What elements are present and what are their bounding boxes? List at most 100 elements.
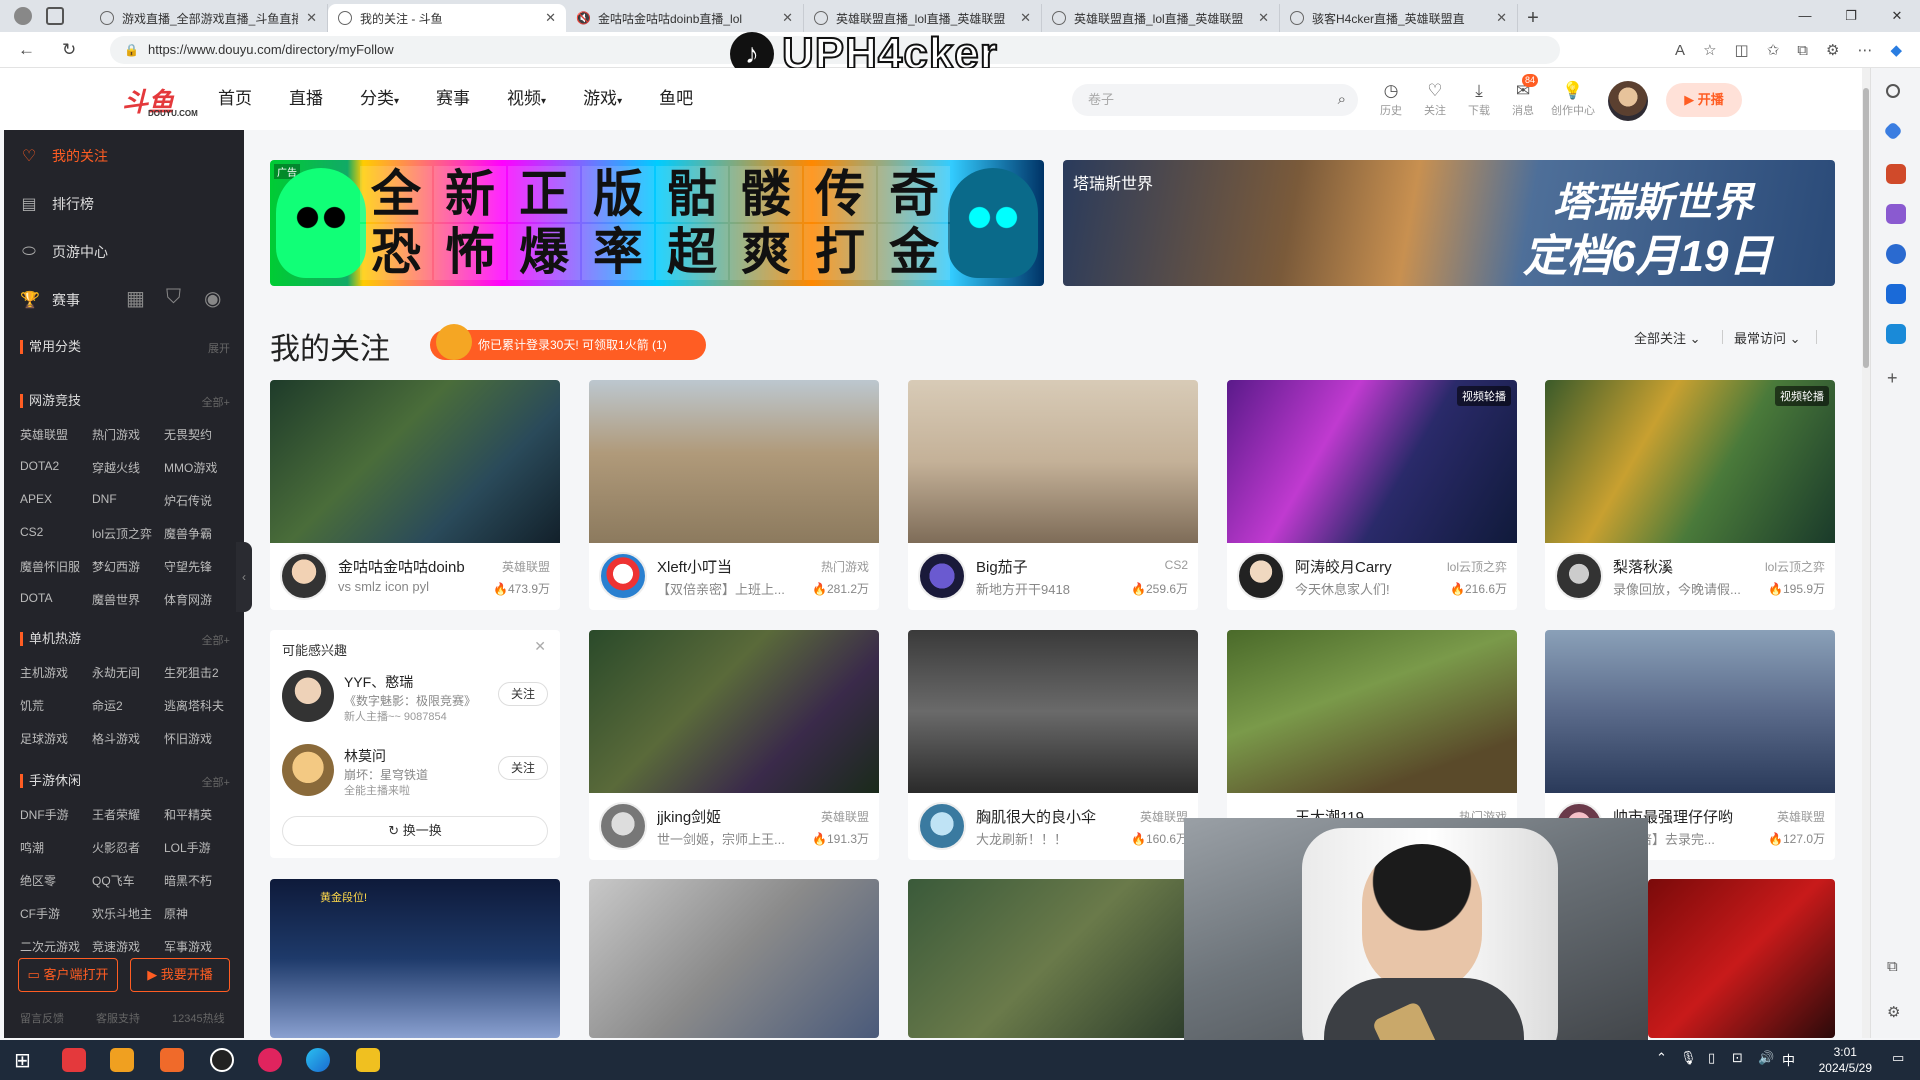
- search-icon[interactable]: ⌕: [1338, 84, 1346, 116]
- sidebar-item-webgame[interactable]: ⬭ 页游中心: [20, 242, 108, 262]
- start-live-button[interactable]: ▶ 开播: [1666, 83, 1742, 117]
- sidebar-item-events[interactable]: 🏆 赛事: [20, 290, 80, 310]
- category-link[interactable]: 怀旧游戏: [164, 730, 236, 747]
- follow-button[interactable]: 关注: [498, 682, 548, 706]
- category-link[interactable]: 军事游戏: [164, 938, 236, 955]
- back-arrow-icon[interactable]: ←: [18, 40, 35, 60]
- category-link[interactable]: 格斗游戏: [92, 730, 164, 747]
- stream-card[interactable]: jjking剑姬 英雄联盟 世一剑姬，宗师上王... 🔥191.3万: [589, 630, 879, 860]
- category-link[interactable]: 和平精英: [164, 806, 236, 823]
- douyu-app-icon[interactable]: [62, 1048, 86, 1072]
- sidebar-item-following[interactable]: ♡ 我的关注: [20, 146, 108, 166]
- stream-card[interactable]: Xleft小叮当 热门游戏 【双倍亲密】上班上... 🔥281.2万: [589, 380, 879, 610]
- restore-icon[interactable]: ❐: [1828, 0, 1874, 32]
- windows-start-icon[interactable]: ⊞: [14, 1048, 31, 1073]
- feedback-link[interactable]: 留言反馈: [20, 1010, 64, 1026]
- browser-tab-1[interactable]: 游戏直播_全部游戏直播_斗鱼直播 ✕: [90, 4, 328, 32]
- stream-card[interactable]: 金咕咕金咕咕doinb 英雄联盟 vs smlz icon pyl 🔥473.9…: [270, 380, 560, 610]
- profile-icon[interactable]: [14, 7, 32, 25]
- stream-card[interactable]: [589, 879, 879, 1038]
- category-link[interactable]: 逃离塔科夫: [164, 697, 236, 714]
- send-icon[interactable]: [1886, 324, 1906, 344]
- ime-indicator[interactable]: 中: [1782, 1050, 1795, 1069]
- minimize-icon[interactable]: —: [1782, 0, 1828, 32]
- search-input[interactable]: 卷子 ⌕: [1072, 84, 1358, 116]
- category-link[interactable]: CS2: [20, 525, 92, 542]
- follow-button[interactable]: 关注: [498, 756, 548, 780]
- recommend-item[interactable]: 林莫问 崩坏：星穹铁道 全能主播来啦 关注: [282, 744, 548, 802]
- refresh-button[interactable]: ↻ 换一换: [282, 816, 548, 846]
- category-link[interactable]: 炉石传说: [164, 492, 236, 509]
- close-icon[interactable]: ✕: [1496, 10, 1507, 26]
- category-link[interactable]: 火影忍者: [92, 839, 164, 856]
- sidebar-item-ranking[interactable]: ▤ 排行榜: [20, 194, 94, 214]
- category-link[interactable]: 魔兽怀旧服: [20, 558, 92, 575]
- nav-live[interactable]: 直播: [289, 68, 323, 130]
- sidebar-collapse-button[interactable]: ‹: [236, 542, 252, 612]
- nav-home[interactable]: 首页: [218, 68, 252, 130]
- stream-card[interactable]: 视频轮播 阿涛皎月Carry lol云顶之弈 今天休息家人们! 🔥216.6万: [1227, 380, 1517, 610]
- category-link[interactable]: 王者荣耀: [92, 806, 164, 823]
- close-icon[interactable]: ✕: [1258, 10, 1269, 26]
- app-icon[interactable]: [258, 1048, 282, 1072]
- category-link[interactable]: LOL手游: [164, 839, 236, 856]
- extensions-icon[interactable]: ⚙: [1826, 41, 1839, 59]
- toolbox-icon[interactable]: [1886, 164, 1906, 184]
- nav-games[interactable]: 游戏▾: [583, 68, 622, 130]
- category-link[interactable]: DOTA2: [20, 459, 92, 476]
- category-link[interactable]: 暗黑不朽: [164, 872, 236, 889]
- category-link[interactable]: 热门游戏: [92, 426, 164, 443]
- expand-common-link[interactable]: 展开: [208, 340, 230, 356]
- games-icon[interactable]: [1886, 204, 1906, 224]
- screenshot-icon[interactable]: ⧉: [1887, 958, 1898, 975]
- category-link[interactable]: 穿越火线: [92, 459, 164, 476]
- copilot-icon[interactable]: ◆: [1890, 41, 1902, 59]
- nav-events[interactable]: 赛事: [436, 68, 470, 130]
- lpl-logo-icon[interactable]: ▦: [126, 286, 145, 311]
- category-link[interactable]: 主机游戏: [20, 664, 92, 681]
- chevron-up-icon[interactable]: ⌃: [1656, 1050, 1667, 1066]
- browser-tab-6[interactable]: 骇客H4cker直播_英雄联盟直 ✕: [1280, 4, 1518, 32]
- category-link[interactable]: 足球游戏: [20, 730, 92, 747]
- category-link[interactable]: 命运2: [92, 697, 164, 714]
- office-icon[interactable]: [1886, 244, 1906, 264]
- nav-video[interactable]: 视频▾: [507, 68, 546, 130]
- stream-card[interactable]: 黄金段位!: [270, 879, 560, 1038]
- split-screen-icon[interactable]: ◫: [1735, 41, 1749, 59]
- close-icon[interactable]: ✕: [1020, 10, 1031, 26]
- obs-icon[interactable]: [210, 1048, 234, 1072]
- open-client-button[interactable]: ▭ 客户端打开: [18, 958, 118, 992]
- close-icon[interactable]: ✕: [782, 10, 793, 26]
- browser-tab-2[interactable]: 我的关注 - 斗鱼 ✕: [328, 4, 566, 32]
- category-link[interactable]: DNF手游: [20, 806, 92, 823]
- favorites-icon[interactable]: ✩: [1767, 41, 1780, 59]
- close-icon[interactable]: ✕: [306, 10, 317, 26]
- category-link[interactable]: CF手游: [20, 905, 92, 922]
- tag-icon[interactable]: [1883, 121, 1903, 141]
- category-link[interactable]: 欢乐斗地主: [92, 905, 164, 922]
- new-tab-button[interactable]: +: [1518, 4, 1548, 32]
- category-link[interactable]: APEX: [20, 492, 92, 509]
- lol-logo-icon[interactable]: ⛉: [166, 286, 181, 309]
- favorite-star-icon[interactable]: ☆: [1703, 41, 1716, 59]
- stream-card[interactable]: Big茄子 CS2 新地方开干9418 🔥259.6万: [908, 380, 1198, 610]
- section-more-link[interactable]: 全部+: [202, 394, 230, 410]
- refresh-icon[interactable]: ↻: [62, 40, 76, 60]
- lock-icon[interactable]: 🔒: [124, 36, 139, 64]
- muted-speaker-icon[interactable]: 🔇: [576, 11, 591, 25]
- battery-icon[interactable]: ▯: [1708, 1050, 1715, 1066]
- category-link[interactable]: 绝区零: [20, 872, 92, 889]
- login-reward-pill[interactable]: 你已累计登录30天! 可领取1火箭 (1): [430, 324, 706, 360]
- app-icon[interactable]: [356, 1048, 380, 1072]
- stream-card[interactable]: [1648, 879, 1835, 1038]
- section-more-link[interactable]: 全部+: [202, 774, 230, 790]
- category-link[interactable]: 魔兽争霸: [164, 525, 236, 542]
- page-scrollbar[interactable]: [1862, 68, 1870, 1038]
- douyu-logo[interactable]: 斗鱼 DOUYU.COM: [122, 82, 202, 118]
- browser-tab-4[interactable]: 英雄联盟直播_lol直播_英雄联盟 ✕: [804, 4, 1042, 32]
- network-icon[interactable]: ⊡: [1732, 1050, 1743, 1066]
- follow-button[interactable]: ♡ 关注: [1418, 80, 1452, 118]
- edge-browser-icon[interactable]: [306, 1048, 330, 1072]
- category-link[interactable]: 梦幻西游: [92, 558, 164, 575]
- more-menu-icon[interactable]: ⋯: [1857, 41, 1872, 59]
